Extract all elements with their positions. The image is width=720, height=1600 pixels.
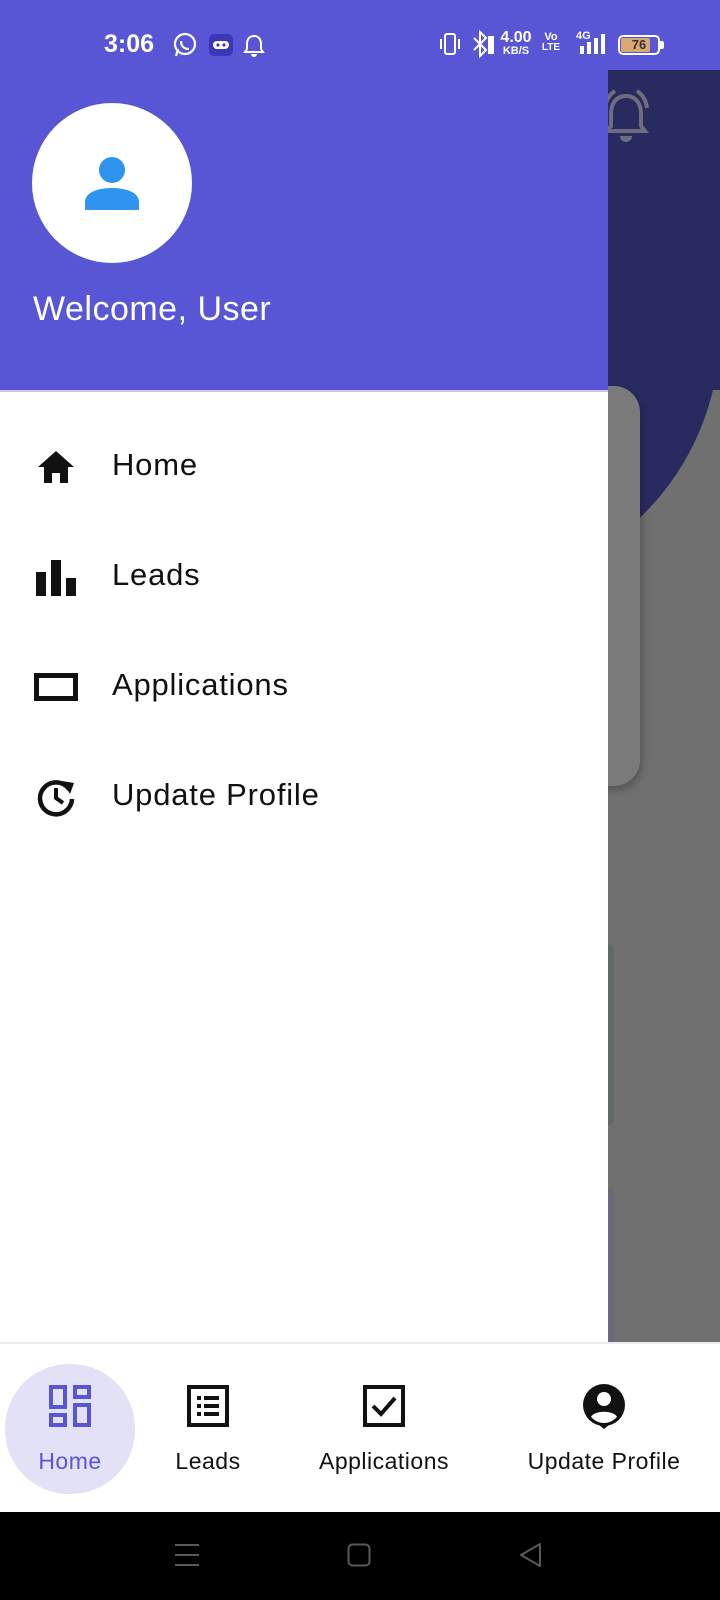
bluetooth-icon — [473, 30, 494, 58]
drawer-item-label: Update Profile — [112, 777, 320, 812]
person-icon — [85, 157, 139, 210]
net-speed-value: 4.00 — [500, 29, 532, 46]
bottom-nav-label: Update Profile — [527, 1448, 681, 1474]
bottom-navigation: Home Leads Applications Update Profile — [0, 1342, 720, 1512]
drawer-item-leads[interactable]: Leads — [0, 525, 608, 625]
account-circle-icon — [580, 1382, 628, 1430]
drawer-item-label: Home — [112, 447, 198, 482]
whatsapp-icon — [173, 32, 197, 57]
drawer-item-label: Applications — [112, 667, 289, 702]
bottom-nav-applications[interactable]: Applications — [300, 1364, 468, 1494]
home-icon — [34, 445, 78, 489]
welcome-text: Welcome, User — [33, 290, 272, 328]
bottom-nav-label: Applications — [318, 1448, 450, 1474]
status-bar: 3:06 4.00 KB/S Vo LTE 4G 76 — [0, 0, 720, 70]
net-speed-unit: KB/S — [502, 45, 530, 57]
avatar[interactable] — [32, 103, 192, 263]
home-square-icon[interactable] — [347, 1543, 371, 1567]
history-icon — [34, 775, 78, 819]
vibrate-icon — [440, 33, 460, 55]
battery-level: 76 — [631, 37, 647, 52]
game-icon — [209, 34, 233, 56]
bottom-nav-label: Home — [38, 1448, 102, 1474]
drawer-item-update-profile[interactable]: Update Profile — [0, 745, 608, 845]
menu-icon[interactable] — [174, 1543, 200, 1567]
system-navigation-bar — [0, 1512, 720, 1600]
status-time: 3:06 — [104, 30, 155, 58]
bottom-nav-label: Leads — [175, 1448, 241, 1474]
drawer-item-applications[interactable]: Applications — [0, 635, 608, 735]
checkbox-icon — [360, 1382, 408, 1430]
back-triangle-icon[interactable] — [518, 1542, 542, 1568]
rectangle-icon — [34, 665, 78, 709]
bottom-nav-update-profile[interactable]: Update Profile — [512, 1364, 696, 1494]
bottom-nav-leads[interactable]: Leads — [148, 1364, 268, 1494]
signal-icon — [580, 34, 605, 54]
drawer-item-label: Leads — [112, 557, 201, 592]
volte-sublabel: LTE — [541, 42, 561, 53]
list-icon — [184, 1382, 232, 1430]
background-bell-icon — [603, 89, 649, 142]
navigation-drawer: Welcome, User Home Leads Applications Up… — [0, 0, 608, 1342]
notification-bell-icon — [243, 34, 265, 57]
battery-icon: 76 — [618, 35, 664, 55]
drawer-item-home[interactable]: Home — [0, 415, 608, 515]
bottom-nav-home[interactable]: Home — [5, 1364, 135, 1494]
dashboard-icon — [46, 1382, 94, 1430]
bar-chart-icon — [34, 555, 78, 599]
